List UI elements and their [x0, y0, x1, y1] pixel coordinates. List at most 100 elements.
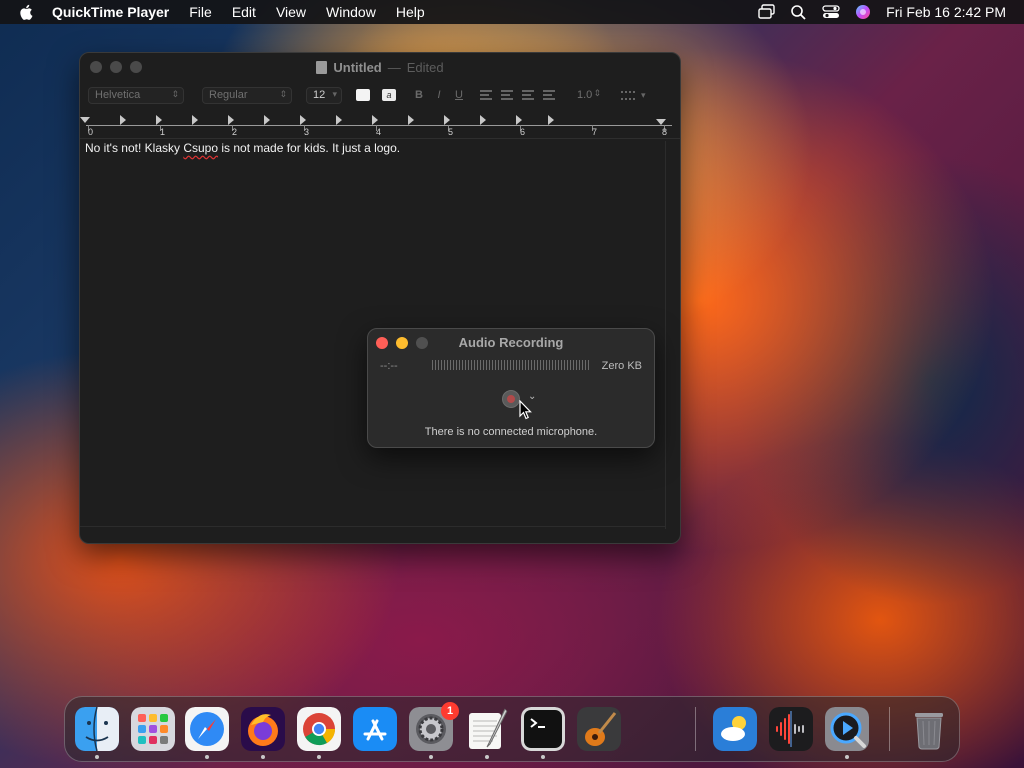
- close-button[interactable]: [90, 61, 102, 73]
- garageband-icon[interactable]: [577, 707, 621, 751]
- text-color-swatch[interactable]: [356, 89, 370, 101]
- record-button[interactable]: [502, 390, 520, 408]
- line-spacing-select[interactable]: 1.0 ⇕: [571, 87, 605, 104]
- font-family-select[interactable]: Helvetica ⇕: [88, 86, 184, 104]
- highlight-color-icon[interactable]: a: [382, 89, 396, 101]
- underline-button[interactable]: U: [450, 89, 468, 101]
- tab-stop-icon[interactable]: [300, 115, 306, 125]
- menu-view[interactable]: View: [276, 4, 306, 20]
- tab-stop-icon[interactable]: [480, 115, 486, 125]
- font-style-select[interactable]: Regular ⇕: [202, 86, 292, 104]
- window-title: Untitled: [333, 59, 382, 75]
- format-toolbar: Helvetica ⇕ Regular ⇕ 12 ▾ a B I U 1.0 ⇕…: [80, 83, 680, 107]
- tab-stop-icon[interactable]: [120, 115, 126, 125]
- control-center-icon[interactable]: [822, 4, 840, 20]
- chevron-down-icon: ▾: [332, 88, 337, 99]
- align-center-icon[interactable]: [501, 90, 513, 100]
- app-store-icon[interactable]: [353, 707, 397, 751]
- tab-stop-icon[interactable]: [548, 115, 554, 125]
- menu-clock[interactable]: Fri Feb 16 2:42 PM: [886, 4, 1006, 20]
- minimize-button[interactable]: [110, 61, 122, 73]
- font-size-select[interactable]: 12 ▾: [306, 86, 342, 104]
- dock-separator: [889, 707, 890, 751]
- tab-stop-icon[interactable]: [444, 115, 450, 125]
- italic-button[interactable]: I: [430, 89, 448, 101]
- running-indicator: [95, 755, 99, 759]
- align-left-icon[interactable]: [480, 90, 492, 100]
- menu-file[interactable]: File: [189, 4, 212, 20]
- ruler-number: 6: [520, 127, 526, 137]
- ruler[interactable]: 0 1 2 3 4 5 6 7 8: [80, 113, 680, 139]
- tab-stop-icon[interactable]: [156, 115, 162, 125]
- recording-time: --:--: [380, 360, 398, 372]
- textedit-icon[interactable]: [465, 707, 509, 751]
- spotlight-search-icon[interactable]: [790, 4, 808, 20]
- running-indicator: [485, 755, 489, 759]
- mouse-cursor-icon: [519, 400, 532, 420]
- finder-icon[interactable]: [75, 707, 119, 751]
- tab-stop-icon[interactable]: [192, 115, 198, 125]
- dock: 1: [64, 696, 960, 762]
- chevron-updown-icon: ⇕: [593, 87, 601, 98]
- screen-mirroring-icon[interactable]: [758, 4, 776, 20]
- running-indicator: [261, 755, 265, 759]
- scrollbar-track[interactable]: [665, 141, 666, 529]
- safari-icon[interactable]: [185, 707, 229, 751]
- align-justify-icon[interactable]: [543, 90, 555, 100]
- menu-help[interactable]: Help: [396, 4, 425, 20]
- ruler-line: [86, 125, 672, 126]
- chrome-icon[interactable]: [297, 707, 341, 751]
- ruler-number: 5: [448, 127, 454, 137]
- document-text: is not made for kids. It just a logo.: [218, 141, 401, 155]
- tab-stop-icon[interactable]: [516, 115, 522, 125]
- tab-stop-icon[interactable]: [336, 115, 342, 125]
- textedit-window: Untitled — Edited Helvetica ⇕ Regular ⇕ …: [79, 52, 681, 544]
- terminal-icon[interactable]: [521, 707, 565, 751]
- title-separator: —: [387, 59, 401, 75]
- document-body[interactable]: No it's not! Klasky Csupo is not made fo…: [85, 141, 400, 155]
- bold-button[interactable]: B: [410, 89, 428, 101]
- font-size-value: 12: [313, 89, 326, 101]
- tab-stop-icon[interactable]: [228, 115, 234, 125]
- font-family-value: Helvetica: [95, 89, 141, 101]
- textedit-titlebar[interactable]: Untitled — Edited: [80, 53, 680, 81]
- voice-memos-icon[interactable]: [769, 707, 813, 751]
- weather-icon[interactable]: [713, 707, 757, 751]
- firefox-icon[interactable]: [241, 707, 285, 751]
- align-right-icon[interactable]: [522, 90, 534, 100]
- indent-marker-icon[interactable]: [80, 117, 90, 123]
- running-indicator: [317, 755, 321, 759]
- line-spacing-value: 1.0: [577, 89, 593, 101]
- window-title: Audio Recording: [458, 335, 564, 350]
- tab-stop-icon[interactable]: [372, 115, 378, 125]
- ruler-number: 3: [304, 127, 310, 137]
- chevron-down-icon[interactable]: ▾: [641, 90, 646, 101]
- trash-icon[interactable]: [907, 707, 951, 751]
- misspelled-word[interactable]: Csupo: [183, 141, 218, 155]
- menu-app-name[interactable]: QuickTime Player: [52, 4, 169, 20]
- dock-separator: [695, 707, 696, 751]
- tab-stop-icon[interactable]: [408, 115, 414, 125]
- ruler-number: 2: [232, 127, 238, 137]
- window-controls: [90, 61, 142, 73]
- apple-menu-icon[interactable]: [18, 3, 36, 21]
- menu-edit[interactable]: Edit: [232, 4, 256, 20]
- launchpad-icon[interactable]: [131, 707, 175, 751]
- siri-icon[interactable]: [854, 4, 872, 20]
- document-text: No it's not! Klasky: [85, 141, 184, 155]
- quicktime-icon[interactable]: [825, 707, 869, 751]
- document-icon: [316, 60, 328, 74]
- running-indicator: [541, 755, 545, 759]
- ruler-number: 1: [160, 127, 166, 137]
- notification-badge: 1: [441, 702, 459, 720]
- edited-label: Edited: [406, 59, 444, 75]
- menu-window[interactable]: Window: [326, 4, 376, 20]
- list-bullets-icon[interactable]: [621, 90, 635, 100]
- tab-stop-icon[interactable]: [264, 115, 270, 125]
- audio-recording-window: Audio Recording --:-- Zero KB ⌄ There is…: [367, 328, 655, 448]
- ruler-number: 0: [88, 127, 94, 137]
- recording-size: Zero KB: [601, 360, 642, 372]
- zoom-button[interactable]: [130, 61, 142, 73]
- running-indicator: [429, 755, 433, 759]
- font-style-value: Regular: [209, 89, 248, 101]
